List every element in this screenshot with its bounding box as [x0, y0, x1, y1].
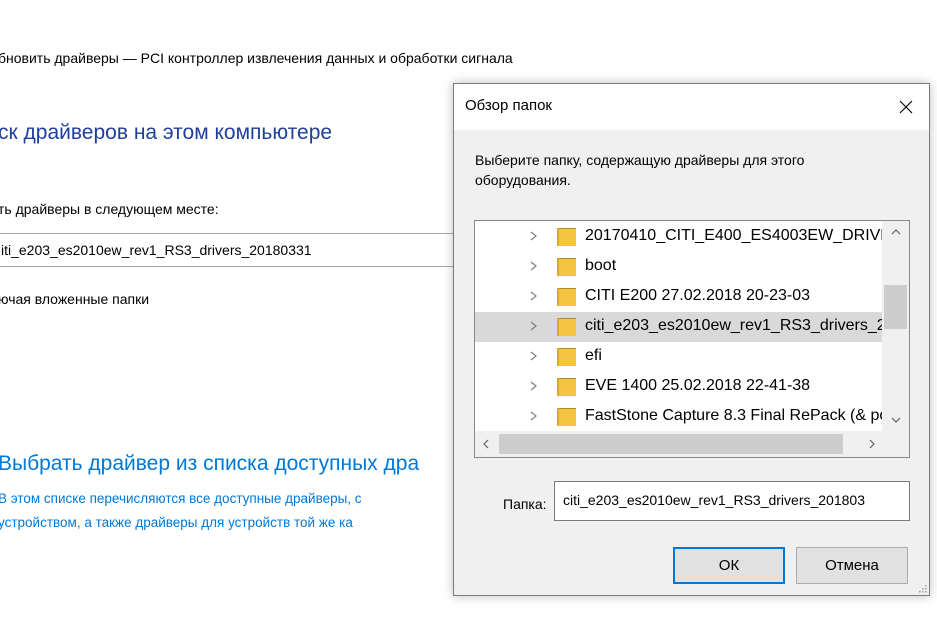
folder-icon — [557, 288, 576, 306]
folder-tree-item[interactable]: efi — [475, 342, 883, 372]
folder-tree-item[interactable]: FastStone Capture 8.3 Final RePack (& po — [475, 402, 888, 432]
folder-icon — [557, 228, 576, 246]
pick-driver-description[interactable]: В этом списке перечисляются все доступны… — [0, 487, 362, 535]
expand-chevron-icon[interactable] — [528, 259, 540, 273]
resize-grip-icon[interactable] — [917, 583, 927, 593]
driver-path-value: iti_e203_es2010ew_rev1_RS3_drivers_20180… — [1, 242, 312, 258]
folder-icon — [557, 318, 576, 336]
folder-tree-item-label: EVE 1400 25.02.2018 22-41-38 — [585, 377, 811, 394]
scroll-left-button[interactable] — [475, 431, 497, 457]
expand-chevron-icon[interactable] — [528, 319, 540, 333]
dialog-prompt: Выберите папку, содержащую драйверы для … — [475, 152, 805, 188]
folder-tree-rows: 20170410_CITI_E400_ES4003EW_DRIVERS_boot… — [475, 222, 909, 432]
folder-tree-item[interactable]: citi_e203_es2010ew_rev1_RS3_drivers_201 — [475, 312, 903, 342]
scroll-down-button[interactable] — [882, 409, 909, 431]
folder-tree-item-label: citi_e203_es2010ew_rev1_RS3_drivers_201 — [585, 317, 904, 334]
folder-tree-item-label: efi — [585, 347, 602, 364]
vertical-scrollbar[interactable] — [882, 221, 909, 431]
folder-tree-item-label: FastStone Capture 8.3 Final RePack (& po — [585, 407, 889, 424]
close-icon — [899, 100, 913, 114]
expand-chevron-icon[interactable] — [528, 229, 540, 243]
expand-chevron-icon[interactable] — [528, 349, 540, 363]
vertical-scroll-thumb[interactable] — [884, 285, 907, 329]
expand-chevron-icon[interactable] — [528, 379, 540, 393]
search-location-label: ть драйверы в следующем месте: — [0, 201, 219, 217]
scrollbar-corner — [882, 431, 909, 457]
scroll-right-button[interactable] — [861, 431, 883, 457]
dialog-title: Обзор папок — [465, 97, 552, 114]
folder-tree-item[interactable]: boot — [475, 252, 883, 282]
wizard-title: бновить драйверы — PCI контроллер извлеч… — [0, 50, 513, 66]
folder-icon — [557, 258, 576, 276]
folder-tree-item[interactable]: EVE 1400 25.02.2018 22-41-38 — [475, 372, 883, 402]
pick-driver-link[interactable]: Выбрать драйвер из списка доступных дра — [0, 452, 419, 476]
expand-chevron-icon[interactable] — [528, 289, 540, 303]
cancel-button[interactable]: Отмена — [796, 547, 908, 584]
include-subfolders-checkbox[interactable]: ючая вложенные папки — [0, 291, 149, 307]
chevron-down-icon — [891, 417, 900, 423]
chevron-right-icon — [869, 439, 875, 449]
folder-input-value: citi_e203_es2010ew_rev1_RS3_drivers_2018… — [563, 492, 865, 508]
folder-icon — [557, 378, 576, 396]
chevron-left-icon — [483, 439, 489, 449]
browse-folders-dialog: Обзор папок Выберите папку, содержащую д… — [453, 83, 930, 596]
folder-icon — [557, 408, 576, 426]
folder-input[interactable]: citi_e203_es2010ew_rev1_RS3_drivers_2018… — [554, 481, 910, 521]
horizontal-scrollbar[interactable] — [475, 431, 883, 457]
close-button[interactable] — [883, 84, 929, 130]
pick-driver-desc-line2: устройством, а также драйверы для устрой… — [0, 515, 353, 530]
folder-tree-item[interactable]: 20170410_CITI_E400_ES4003EW_DRIVERS_ — [475, 222, 909, 252]
folder-label: Папка: — [503, 496, 547, 512]
ok-button[interactable]: ОК — [673, 547, 785, 584]
wizard-heading: ск драйверов на этом компьютере — [0, 121, 333, 144]
chevron-up-icon — [891, 229, 900, 235]
folder-tree[interactable]: 20170410_CITI_E400_ES4003EW_DRIVERS_boot… — [474, 220, 910, 458]
scroll-up-button[interactable] — [882, 221, 909, 243]
folder-tree-item[interactable]: CITI E200 27.02.2018 20-23-03 — [475, 282, 883, 312]
folder-tree-item-label: CITI E200 27.02.2018 20-23-03 — [585, 287, 811, 304]
folder-icon — [557, 348, 576, 366]
dialog-titlebar: Обзор папок — [454, 84, 929, 130]
folder-tree-item-label: 20170410_CITI_E400_ES4003EW_DRIVERS_ — [585, 227, 910, 244]
pick-driver-desc-line1: В этом списке перечисляются все доступны… — [0, 491, 362, 506]
expand-chevron-icon[interactable] — [528, 409, 540, 423]
driver-path-input[interactable]: iti_e203_es2010ew_rev1_RS3_drivers_20180… — [0, 233, 460, 267]
folder-tree-item-label: boot — [585, 257, 617, 274]
horizontal-scroll-thumb[interactable] — [499, 434, 843, 454]
